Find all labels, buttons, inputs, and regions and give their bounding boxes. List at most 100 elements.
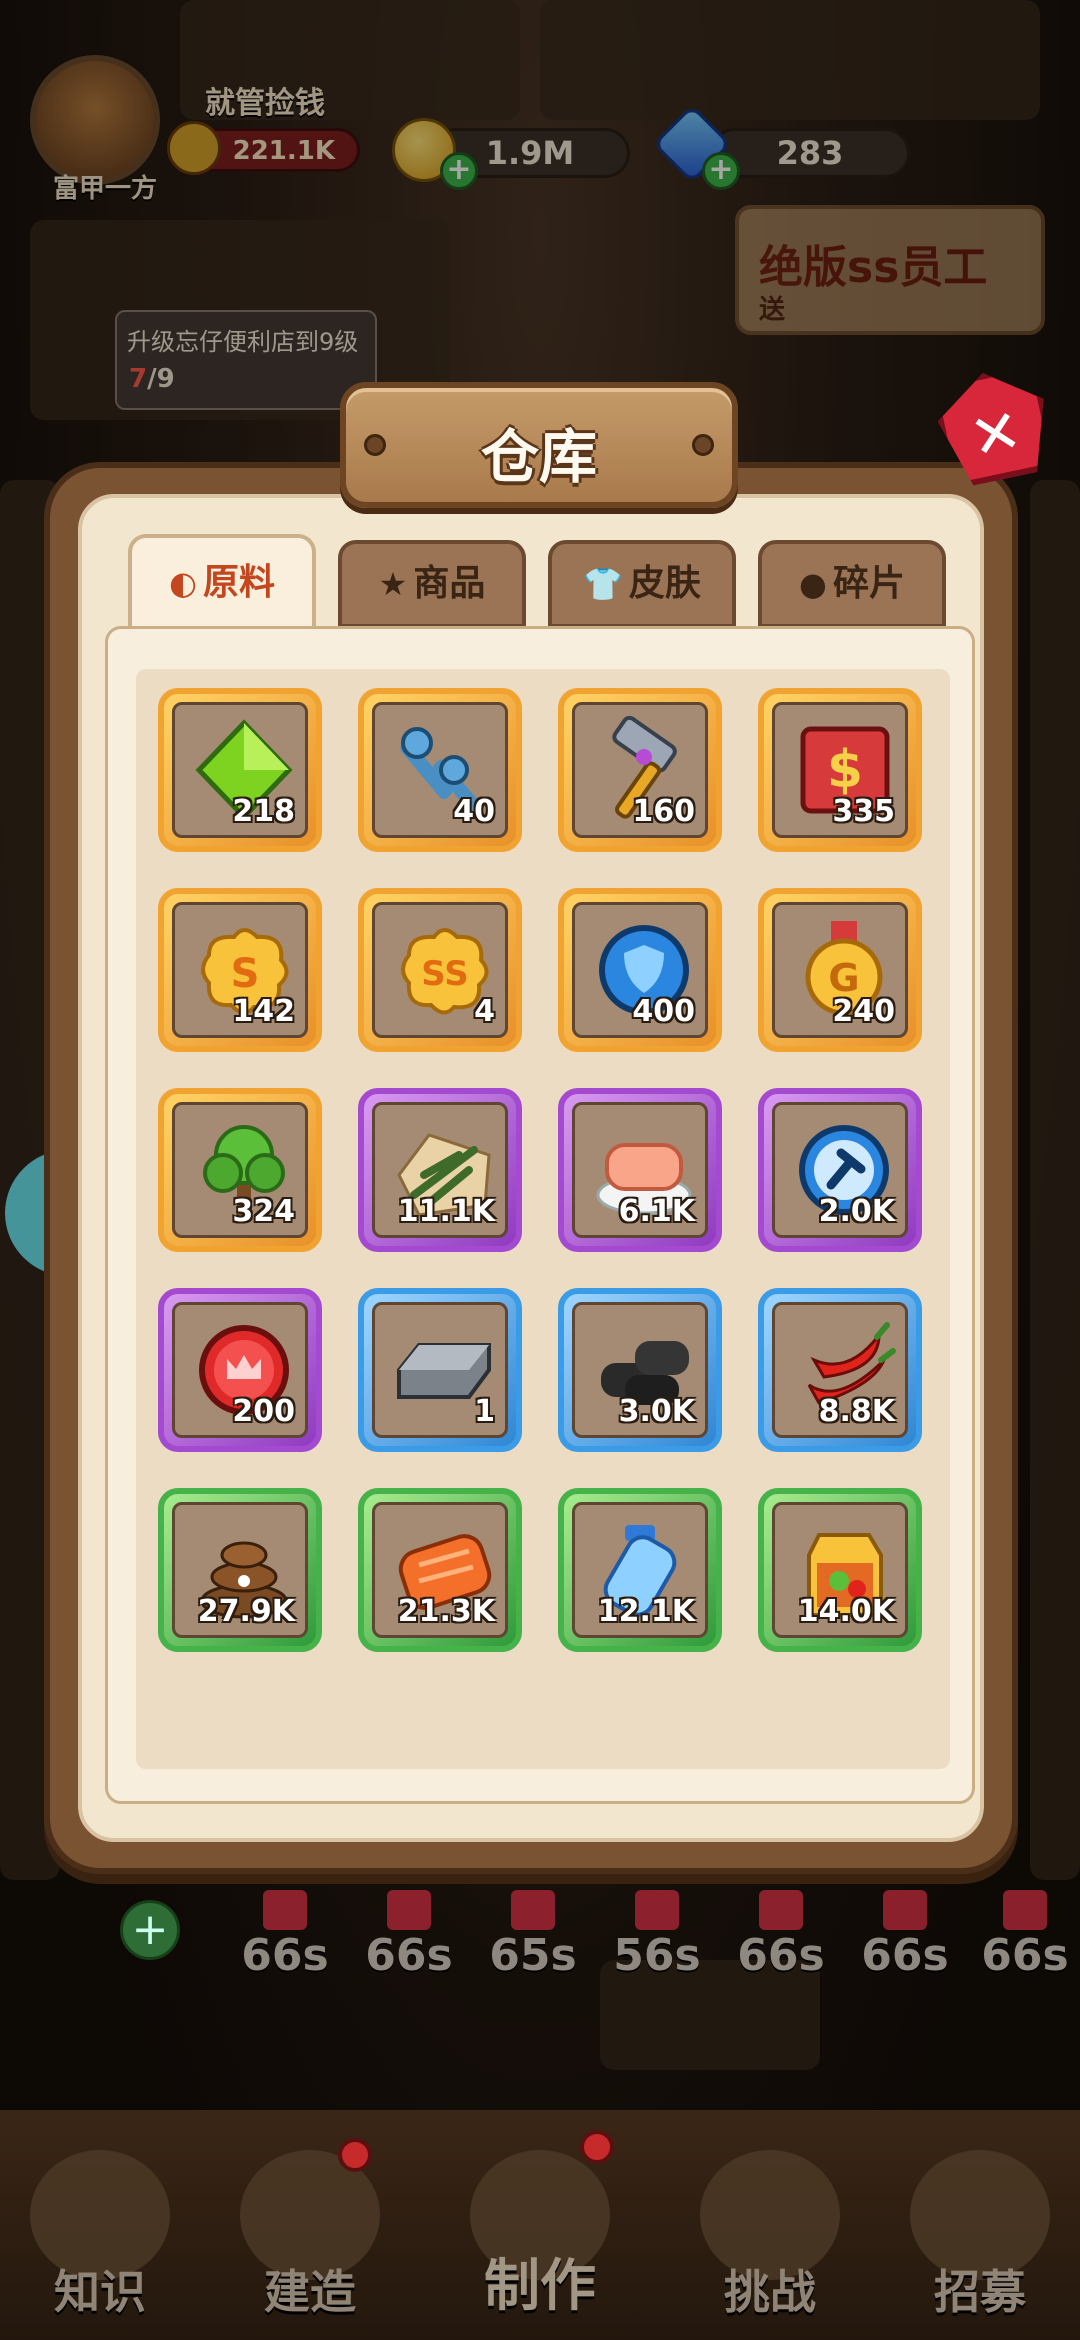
timer-slot[interactable]: 66s <box>850 1890 960 1990</box>
nav-label: 招募 <box>934 2265 1026 2319</box>
item-slot: 14.0K <box>772 1502 908 1638</box>
item-slot: 8.8K <box>772 1302 908 1438</box>
item-count: 27.9K <box>197 1594 295 1629</box>
timer-tray-icon <box>263 1890 307 1930</box>
item-count: 11.1K <box>397 1194 495 1229</box>
item-count: 4 <box>474 994 495 1029</box>
notification-dot <box>580 2130 614 2164</box>
star-icon: ★ <box>378 565 408 603</box>
item-count: 1 <box>474 1394 495 1429</box>
item-slot: 40 <box>372 702 508 838</box>
inventory-item-shield-coin[interactable]: 400 <box>558 888 722 1052</box>
inventory-item-herbs[interactable]: 11.1K <box>358 1088 522 1252</box>
item-count: 160 <box>632 794 695 829</box>
item-count: 12.1K <box>597 1594 695 1629</box>
timer-slot[interactable]: 66s <box>970 1890 1080 1990</box>
nav-recruit[interactable]: 招募 <box>880 2140 1080 2340</box>
timer-slot[interactable]: 66s <box>726 1890 836 1990</box>
item-count: 142 <box>232 994 295 1029</box>
nav-label: 挑战 <box>724 2265 816 2319</box>
nav-label: 知识 <box>54 2265 146 2319</box>
item-slot: 1 <box>372 1302 508 1438</box>
timer-tray-icon <box>1003 1890 1047 1930</box>
timer-value: 66s <box>365 1930 453 1981</box>
item-slot: 200 <box>172 1302 308 1438</box>
nav-challenge[interactable]: 挑战 <box>670 2140 870 2340</box>
item-slot: 6.1K <box>572 1102 708 1238</box>
inventory-item-meat-roll[interactable]: 6.1K <box>558 1088 722 1252</box>
timer-value: 56s <box>613 1930 701 1981</box>
inventory-item-money-book[interactable]: $335 <box>758 688 922 852</box>
item-count: 400 <box>632 994 695 1029</box>
timer-slot[interactable]: 56s <box>602 1890 712 1990</box>
item-slot: $335 <box>772 702 908 838</box>
production-timers: 66s 66s 65s 56s 66s 66s 66s <box>120 1890 1080 1990</box>
timer-value: 66s <box>241 1930 329 1981</box>
item-slot: 400 <box>572 902 708 1038</box>
inventory-item-g-medal[interactable]: G 240 <box>758 888 922 1052</box>
timer-slot[interactable]: 66s <box>354 1890 464 1990</box>
inventory-item-chili-peppers[interactable]: 8.8K <box>758 1288 922 1452</box>
item-count: 21.3K <box>397 1594 495 1629</box>
timer-value: 66s <box>861 1930 949 1981</box>
inventory-item-nails[interactable]: 40 <box>358 688 522 852</box>
svg-text:S: S <box>231 951 260 997</box>
person-icon: ● <box>799 565 827 603</box>
item-slot: 3.0K <box>572 1302 708 1438</box>
inventory-item-tree[interactable]: 324 <box>158 1088 322 1252</box>
timer-value: 65s <box>489 1930 577 1981</box>
tab-label: 商品 <box>413 563 486 604</box>
svg-text:SS: SS <box>421 954 468 994</box>
inventory-item-s-puzzle[interactable]: S 142 <box>158 888 322 1052</box>
inventory-item-salmon[interactable]: 21.3K <box>358 1488 522 1652</box>
inventory-item-iron-bar[interactable]: 1 <box>358 1288 522 1452</box>
nav-label: 制作 <box>484 2254 596 2319</box>
nav-label: 建造 <box>264 2265 356 2319</box>
item-slot: 27.9K <box>172 1502 308 1638</box>
tab-label: 碎片 <box>832 563 905 604</box>
tab-label: 原料 <box>202 562 275 603</box>
inventory-item-water-bottle[interactable]: 12.1K <box>558 1488 722 1652</box>
item-count: 335 <box>832 794 895 829</box>
timer-slot[interactable]: 66s <box>230 1890 340 1990</box>
item-slot: 12.1K <box>572 1502 708 1638</box>
nav-build[interactable]: 建造 <box>210 2138 410 2340</box>
item-slot: 218 <box>172 702 308 838</box>
inventory-item-juice-box[interactable]: 14.0K <box>758 1488 922 1652</box>
inventory-item-hammer[interactable]: 160 <box>558 688 722 852</box>
timer-slot[interactable]: 65s <box>478 1890 588 1990</box>
item-slot: 160 <box>572 702 708 838</box>
item-slot: 11.1K <box>372 1102 508 1238</box>
inventory-item-green-gem[interactable]: 218 <box>158 688 322 852</box>
warehouse-title: 仓库 <box>480 423 597 491</box>
inventory-item-ss-puzzle[interactable]: SS 4 <box>358 888 522 1052</box>
timer-value: 66s <box>981 1930 1069 1981</box>
timer-tray-icon <box>883 1890 927 1930</box>
item-count: 218 <box>232 794 295 829</box>
item-count: 200 <box>232 1394 295 1429</box>
inventory-item-charcoal[interactable]: 3.0K <box>558 1288 722 1452</box>
item-slot: G 240 <box>772 902 908 1038</box>
item-slot: S 142 <box>172 902 308 1038</box>
inventory-item-crown-coin[interactable]: 200 <box>158 1288 322 1452</box>
notification-dot <box>338 2138 372 2172</box>
bottom-nav: 知识 建造 制作 挑战 招募 <box>0 2110 1080 2340</box>
item-count: 2.0K <box>818 1194 895 1229</box>
tab-materials[interactable]: ◐ 原料 <box>128 534 316 630</box>
tab-label: 皮肤 <box>628 563 701 604</box>
timer-tray-icon <box>759 1890 803 1930</box>
item-slot: 2.0K <box>772 1102 908 1238</box>
warehouse-title-plate: 仓库 <box>340 382 738 508</box>
tab-fragments[interactable]: ● 碎片 <box>758 540 946 628</box>
nav-knowledge[interactable]: 知识 <box>0 2140 200 2340</box>
inventory-item-paw-poop[interactable]: 27.9K <box>158 1488 322 1652</box>
nav-craft[interactable]: 制作 <box>440 2130 640 2340</box>
item-count: 3.0K <box>618 1394 695 1429</box>
item-count: 6.1K <box>618 1194 695 1229</box>
inventory-item-hammer-coin[interactable]: 2.0K <box>758 1088 922 1252</box>
tab-goods[interactable]: ★ 商品 <box>338 540 526 628</box>
tab-skins[interactable]: 👕 皮肤 <box>548 540 736 628</box>
item-count: 324 <box>232 1194 295 1229</box>
item-slot: 324 <box>172 1102 308 1238</box>
item-count: 8.8K <box>818 1394 895 1429</box>
